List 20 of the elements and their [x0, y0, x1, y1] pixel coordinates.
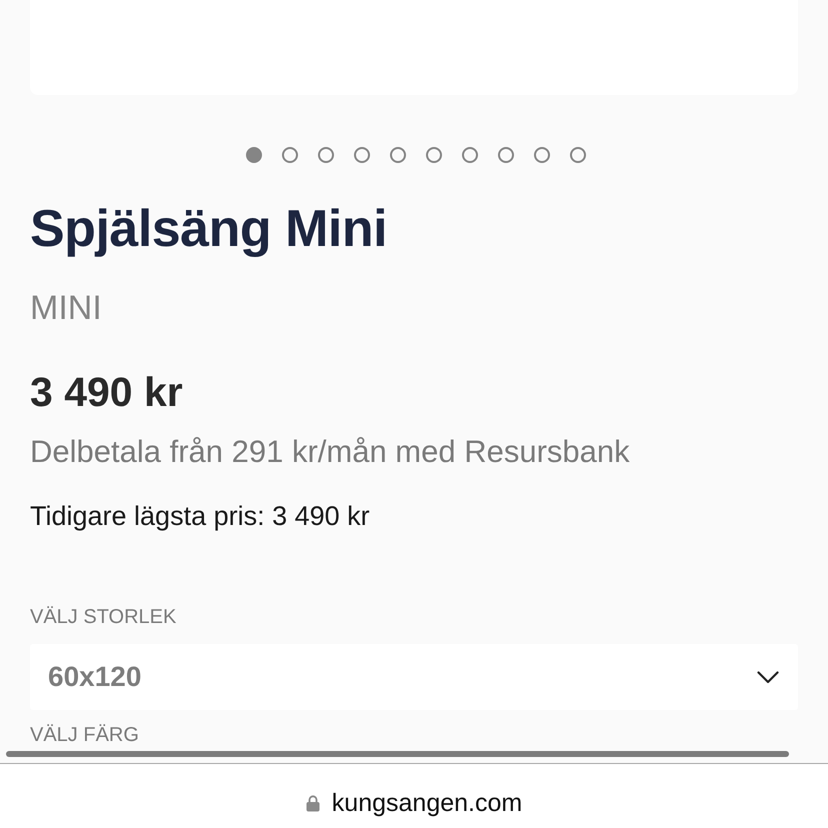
- installment-text: Delbetala från 291 kr/mån med Resursbank: [30, 433, 631, 471]
- product-subtitle: MINI: [30, 288, 103, 328]
- color-label: VÄLJ FÄRG: [30, 723, 140, 748]
- carousel-dot-icon[interactable]: [534, 147, 550, 163]
- size-label: VÄLJ STORLEK: [30, 605, 178, 630]
- carousel-dot-icon[interactable]: [318, 147, 334, 163]
- carousel-dot-icon[interactable]: [498, 147, 514, 163]
- carousel-dot-icon[interactable]: [390, 147, 406, 163]
- size-dropdown[interactable]: 60x120: [30, 644, 798, 710]
- carousel-dot-icon[interactable]: [246, 147, 262, 163]
- lowest-price-text: Tidigare lägsta pris: 3 490 kr: [30, 500, 371, 532]
- carousel-dot-icon[interactable]: [426, 147, 442, 163]
- carousel-dot-icon[interactable]: [570, 147, 586, 163]
- carousel-dot-icon[interactable]: [354, 147, 370, 163]
- product-title: Spjälsäng Mini: [30, 199, 388, 259]
- product-price: 3 490 kr: [30, 368, 184, 416]
- carousel-dot-icon[interactable]: [462, 147, 478, 163]
- url-text[interactable]: kungsangen.com: [332, 788, 522, 818]
- carousel-dot-icon[interactable]: [282, 147, 298, 163]
- chevron-down-icon: [757, 670, 779, 684]
